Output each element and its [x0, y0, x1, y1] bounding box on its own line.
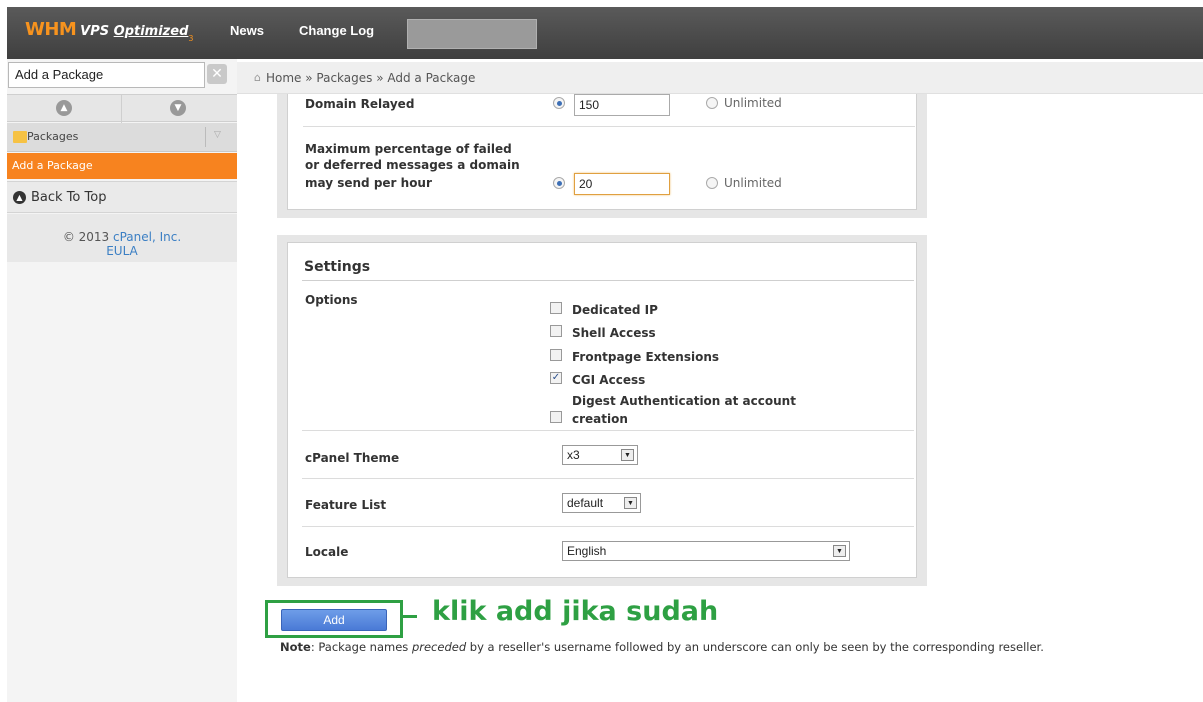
chevron-down-icon: ▼ [624, 497, 637, 509]
domain-relayed-value-radio[interactable] [553, 97, 565, 109]
settings-panel: Settings Options Dedicated IP Shell Acce… [277, 235, 927, 586]
scroll-down-icon[interactable]: ▼ [170, 100, 186, 116]
divider [302, 430, 914, 431]
locale-label: Locale [305, 545, 349, 559]
locale-value: English [567, 544, 607, 558]
logo-subscript: 3 [188, 34, 194, 43]
failed-value-radio[interactable] [553, 177, 565, 189]
annotation-frame: Add [265, 600, 403, 638]
feature-list-value: default [567, 496, 604, 510]
failed-label-line2: or deferred messages a domain [305, 158, 520, 172]
limits-panel: Domain Relayed 150 Unlimited Maximum per… [277, 94, 927, 218]
domain-relayed-label: Domain Relayed [305, 97, 415, 111]
note-text-1: : Package names [310, 640, 412, 654]
breadcrumb-path[interactable]: Home » Packages » Add a Package [266, 71, 475, 85]
collapse-icon[interactable]: ▽ [214, 130, 221, 140]
note-prefix: Note [280, 640, 311, 654]
cgi-access-checkbox[interactable]: ✓ [550, 372, 562, 384]
digest-auth-label-line1: Digest Authentication at account [572, 394, 796, 408]
whm-logo[interactable]: WHM VPS Optimized3 [25, 19, 194, 43]
options-label: Options [305, 293, 358, 307]
feature-list-select[interactable]: default ▼ [562, 493, 641, 513]
section-label: Packages [27, 130, 79, 143]
cgi-access-label: CGI Access [572, 373, 646, 387]
top-bar: WHM VPS Optimized3 News Change Log [7, 7, 1203, 59]
annotation-text: klik add jika sudah [432, 596, 719, 627]
chevron-down-icon: ▼ [833, 545, 846, 557]
divider [205, 127, 206, 147]
breadcrumb: ⌂ Home » Packages » Add a Package [237, 62, 1203, 94]
settings-title: Settings [304, 259, 371, 275]
domain-relayed-unlimited-radio[interactable] [706, 97, 718, 109]
failed-label-line3: may send per hour [305, 176, 432, 190]
sidebar: Add a Package ✕ ▲ ▼ Packages ▽ Add a Pac… [7, 59, 237, 702]
back-to-top-link[interactable]: ▲ Back To Top [7, 181, 237, 213]
logo-vps-text: VPS Optimized [80, 24, 189, 39]
failed-unlimited-radio[interactable] [706, 177, 718, 189]
arrow-up-icon: ▲ [13, 191, 26, 204]
annotation-line [403, 615, 417, 618]
note-italic: preceded [411, 640, 467, 654]
nav-change-log[interactable]: Change Log [299, 23, 374, 38]
folder-icon [13, 131, 27, 143]
sidebar-footer: © 2013 cPanel, Inc. EULA [7, 214, 237, 262]
dedicated-ip-label: Dedicated IP [572, 303, 658, 317]
home-icon[interactable]: ⌂ [254, 71, 265, 84]
cpanel-theme-label: cPanel Theme [305, 451, 400, 465]
sidebar-item-add-package[interactable]: Add a Package [7, 153, 237, 179]
domain-relayed-input[interactable]: 150 [574, 94, 670, 116]
sidebar-item-label: Add a Package [12, 159, 93, 172]
back-to-top-label: Back To Top [31, 190, 107, 205]
cpanel-theme-select[interactable]: x3 ▼ [562, 445, 638, 465]
scroll-up-icon[interactable]: ▲ [56, 100, 72, 116]
logo-whm-text: WHM [25, 19, 77, 40]
eula-link[interactable]: EULA [106, 244, 138, 258]
digest-auth-label-line2: creation [572, 412, 628, 426]
frontpage-extensions-checkbox[interactable] [550, 349, 562, 361]
divider [302, 280, 914, 281]
clear-search-icon[interactable]: ✕ [207, 64, 227, 84]
limits-panel-inner: Domain Relayed 150 Unlimited Maximum per… [287, 94, 917, 210]
cpanel-theme-value: x3 [567, 448, 580, 462]
sidebar-search-input[interactable]: Add a Package [8, 62, 205, 88]
feature-list-label: Feature List [305, 498, 387, 512]
frontpage-extensions-label: Frontpage Extensions [572, 350, 720, 364]
failed-label-line1: Maximum percentage of failed [305, 142, 512, 156]
unlimited-label: Unlimited [724, 176, 782, 190]
locale-select[interactable]: English ▼ [562, 541, 850, 561]
copyright-text: © 2013 [62, 230, 110, 244]
divider [302, 526, 914, 527]
divider [121, 95, 122, 123]
shell-access-checkbox[interactable] [550, 325, 562, 337]
topbar-redacted-block [407, 19, 537, 49]
unlimited-label: Unlimited [724, 96, 782, 110]
divider [302, 478, 914, 479]
divider [303, 126, 915, 127]
sidebar-scroll-row: ▲ ▼ [7, 94, 237, 123]
digest-auth-checkbox[interactable] [550, 411, 562, 423]
package-note: Note: Package names preceded by a resell… [280, 640, 1044, 654]
failed-percentage-input[interactable]: 20 [574, 173, 670, 195]
sidebar-section-packages[interactable]: Packages ▽ [7, 123, 237, 152]
settings-panel-inner: Settings Options Dedicated IP Shell Acce… [287, 242, 917, 578]
cpanel-link[interactable]: cPanel, Inc. [113, 230, 181, 244]
add-button[interactable]: Add [281, 609, 387, 631]
nav-news[interactable]: News [230, 23, 264, 38]
dedicated-ip-checkbox[interactable] [550, 302, 562, 314]
note-text-2: by a reseller's username followed by an … [466, 640, 1044, 654]
chevron-down-icon: ▼ [621, 449, 634, 461]
shell-access-label: Shell Access [572, 326, 656, 340]
